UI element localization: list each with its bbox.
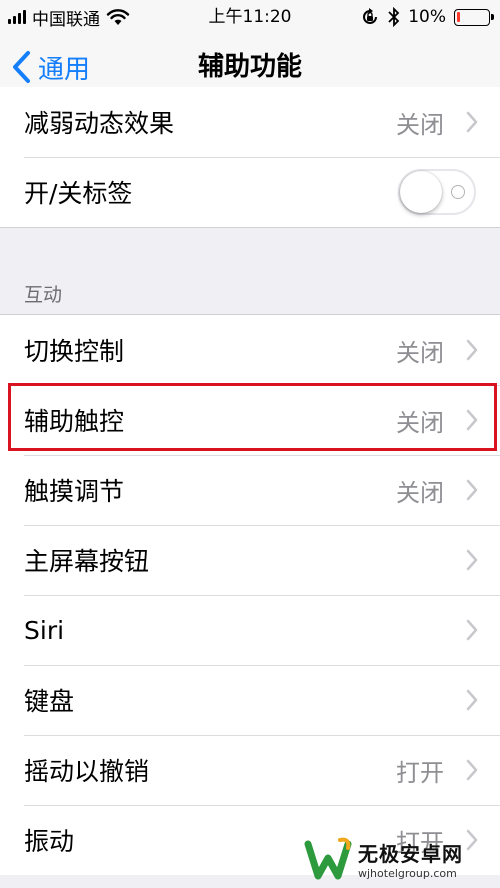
- settings-group-top: 减弱动态效果 关闭 开/关标签: [0, 87, 500, 228]
- settings-row-reduce-motion[interactable]: 减弱动态效果 关闭: [0, 87, 500, 157]
- settings-row-vibration[interactable]: 振动 打开: [0, 805, 500, 875]
- row-label: 摇动以撤销: [24, 757, 150, 786]
- toggle-off-indicator-icon: [451, 185, 465, 199]
- row-label: 切换控制: [24, 337, 125, 366]
- chevron-right-icon: [466, 339, 478, 361]
- row-label: 减弱动态效果: [24, 109, 175, 138]
- chevron-right-icon: [466, 549, 478, 571]
- settings-row-shake-to-undo[interactable]: 摇动以撤销 打开: [0, 735, 500, 805]
- row-value: 关闭: [396, 478, 444, 507]
- settings-row-home-button[interactable]: 主屏幕按钮: [0, 525, 500, 595]
- section-header-interaction: 互动: [24, 284, 63, 306]
- row-label: 主屏幕按钮: [24, 547, 150, 576]
- chevron-right-icon: [466, 759, 478, 781]
- settings-row-keyboard[interactable]: 键盘: [0, 665, 500, 735]
- chevron-right-icon: [466, 619, 478, 641]
- settings-row-switch-control[interactable]: 切换控制 关闭: [0, 315, 500, 385]
- row-label: 键盘: [24, 687, 75, 716]
- status-right: 10%: [360, 0, 494, 34]
- wifi-icon: [106, 9, 130, 25]
- row-label: 振动: [24, 827, 75, 856]
- chevron-left-icon: [13, 51, 30, 83]
- chevron-right-icon: [466, 111, 478, 133]
- row-value: 打开: [396, 828, 444, 857]
- chevron-right-icon: [466, 829, 478, 851]
- carrier-name: 中国联通: [32, 9, 100, 30]
- status-bar: 中国联通 上午11:20 10%: [0, 0, 500, 34]
- row-value: 打开: [396, 758, 444, 787]
- chevron-right-icon: [466, 689, 478, 711]
- chevron-right-icon: [466, 409, 478, 431]
- toggle-knob: [400, 171, 442, 213]
- battery-fill: [457, 11, 460, 22]
- back-button-label: 通用: [38, 54, 91, 85]
- row-label: 辅助触控: [24, 407, 125, 436]
- battery-icon: [454, 8, 494, 26]
- row-value: 关闭: [396, 408, 444, 437]
- cellular-signal-icon: [8, 10, 26, 24]
- orientation-lock-icon: [363, 8, 378, 24]
- settings-row-on-off-labels: 开/关标签: [0, 157, 500, 227]
- bluetooth-icon: [388, 7, 400, 27]
- row-value: 关闭: [396, 110, 444, 139]
- row-label: 触摸调节: [24, 477, 125, 506]
- status-left: 中国联通: [8, 0, 130, 34]
- row-label: Siri: [24, 615, 65, 645]
- settings-row-assistive-touch[interactable]: 辅助触控 关闭: [0, 385, 500, 455]
- settings-screen: 中国联通 上午11:20 10% 通用 辅助功能 减弱动态效果 关闭 开/关标签…: [0, 0, 500, 888]
- on-off-labels-toggle[interactable]: [398, 169, 476, 215]
- battery-percentage: 10%: [408, 7, 446, 27]
- chevron-right-icon: [466, 479, 478, 501]
- row-value: 关闭: [396, 338, 444, 367]
- settings-row-touch-accommodations[interactable]: 触摸调节 关闭: [0, 455, 500, 525]
- row-label: 开/关标签: [24, 179, 133, 208]
- settings-row-siri[interactable]: Siri: [0, 595, 500, 665]
- settings-group-interaction: 切换控制 关闭 辅助触控 关闭 触摸调节 关闭 主屏幕按钮 Siri 键盘 摇动…: [0, 314, 500, 875]
